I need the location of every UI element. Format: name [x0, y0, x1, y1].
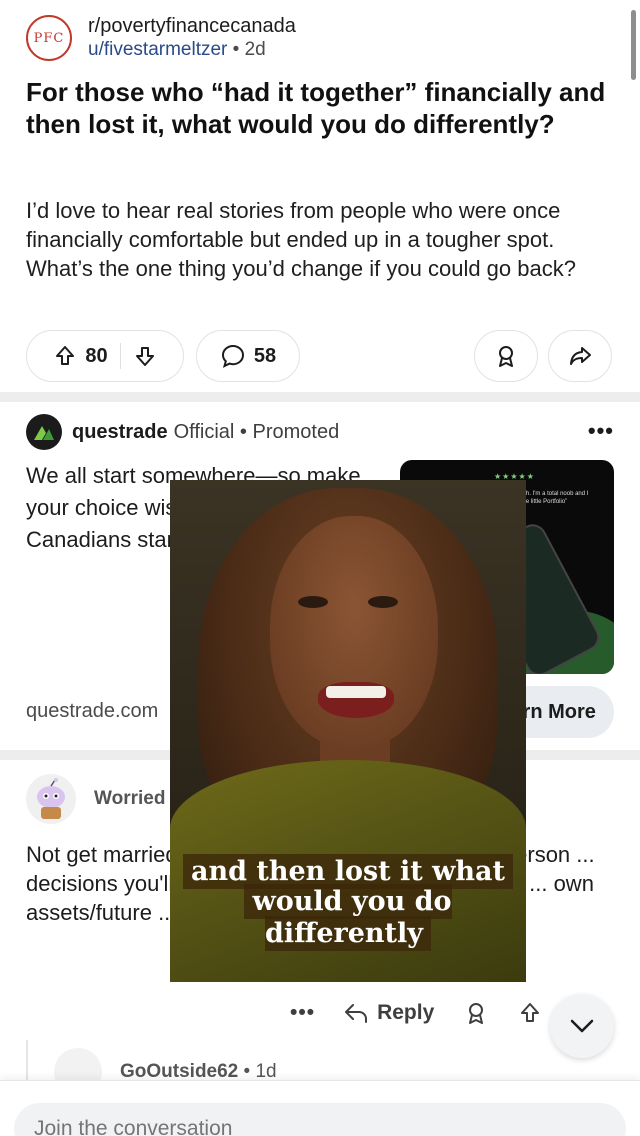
- award-button[interactable]: [474, 330, 538, 382]
- reply-label: Reply: [377, 1001, 435, 1024]
- questrade-logo-icon[interactable]: [26, 414, 62, 450]
- comment-header: Worried: [26, 774, 165, 824]
- video-overlay[interactable]: and then lost it what would you do diffe…: [170, 480, 526, 982]
- promoted-label: Promoted: [252, 420, 340, 443]
- comment-award-icon[interactable]: [464, 1001, 488, 1025]
- post-age: 2d: [244, 39, 266, 60]
- post-header: PFC r/povertyfinancecanada u/fivestarmel…: [26, 14, 296, 62]
- comment-more-button[interactable]: •••: [290, 1001, 315, 1025]
- author-line: u/fivestarmeltzer • 2d: [88, 38, 296, 62]
- upvote-icon[interactable]: [53, 344, 77, 368]
- reply-button[interactable]: Reply: [343, 1001, 434, 1025]
- video-left-eye: [298, 596, 328, 608]
- post-author[interactable]: u/fivestarmeltzer: [88, 39, 227, 60]
- comment-author[interactable]: Worried: [94, 788, 165, 810]
- comment-actions: ••• Reply: [290, 996, 542, 1030]
- video-right-eye: [368, 596, 398, 608]
- official-label: Official: [173, 420, 235, 443]
- upvote-count: 80: [85, 344, 108, 367]
- chevron-down-icon: [569, 1018, 595, 1034]
- reply-age-sep: •: [243, 1061, 256, 1082]
- video-caption-line-2: would you do differently: [170, 884, 526, 951]
- share-icon: [568, 344, 592, 368]
- meta-separator: •: [232, 39, 245, 60]
- post-title[interactable]: For those who “had it together” financia…: [26, 76, 616, 140]
- video-teeth: [326, 686, 386, 698]
- snoo-avatar-icon[interactable]: [26, 774, 76, 824]
- subreddit-avatar[interactable]: PFC: [26, 15, 72, 61]
- meta-separator: •: [234, 420, 253, 443]
- post-action-row: 80 58: [26, 330, 614, 382]
- comment-upvote-icon[interactable]: [518, 1001, 542, 1025]
- advertiser-name[interactable]: questrade: [72, 421, 168, 444]
- reply-author-name[interactable]: GoOutside62: [120, 1061, 238, 1082]
- next-comment-button[interactable]: [550, 994, 614, 1058]
- reply-age: 1d: [255, 1061, 277, 1082]
- reply-arrow-icon: [343, 1002, 369, 1024]
- scrollbar[interactable]: [631, 10, 636, 80]
- feed-separator: [0, 392, 640, 402]
- downvote-icon[interactable]: [133, 344, 157, 368]
- ad-domain[interactable]: questrade.com: [26, 700, 158, 723]
- award-icon: [494, 344, 518, 368]
- ad-header: questrade Official • Promoted: [26, 414, 339, 450]
- comments-button[interactable]: 58: [196, 330, 300, 382]
- post-body: I’d love to hear real stories from peopl…: [26, 198, 576, 281]
- comment-bubble-icon: [220, 343, 246, 369]
- comment-count: 58: [253, 344, 277, 367]
- share-button[interactable]: [548, 330, 612, 382]
- vote-divider: [119, 343, 121, 369]
- comment-composer: [0, 1080, 640, 1136]
- caption-text-2: would you do differently: [244, 884, 452, 951]
- vote-control: 80: [26, 330, 184, 382]
- post-meta: r/povertyfinancecanada u/fivestarmeltzer…: [88, 14, 296, 62]
- ad-more-options-button[interactable]: •••: [588, 418, 614, 444]
- join-conversation-input[interactable]: [14, 1103, 626, 1136]
- subreddit-name[interactable]: r/povertyfinancecanada: [88, 14, 296, 38]
